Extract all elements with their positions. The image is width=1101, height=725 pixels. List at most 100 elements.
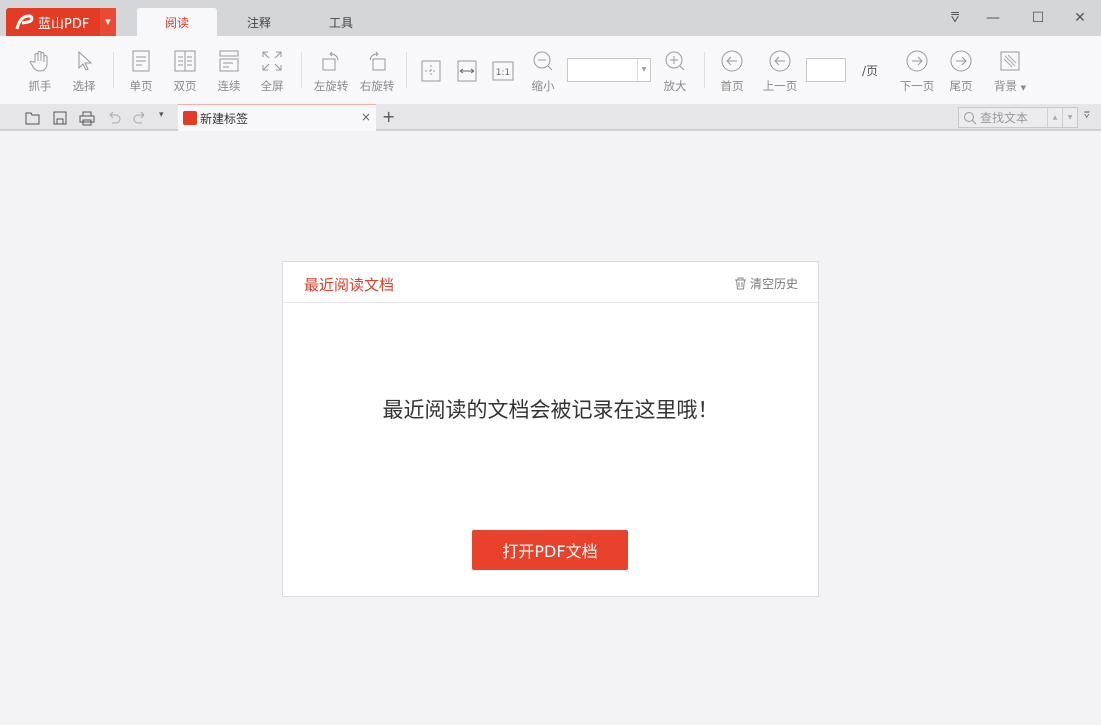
clear-history-button[interactable]: 清空历史 — [734, 275, 798, 292]
chevron-down-icon: ▼ — [1020, 84, 1027, 92]
more-menu-icon[interactable]: ⩢ — [1084, 111, 1089, 121]
close-tab-icon[interactable]: × — [361, 110, 371, 124]
page-number-input[interactable] — [806, 58, 846, 82]
select-label: 选择 — [72, 79, 96, 93]
first-page-button[interactable]: 首页 — [710, 50, 754, 94]
new-tab-button[interactable]: + — [382, 107, 395, 126]
arrow-right-circle-icon — [950, 50, 972, 72]
panel-title: 最近阅读文档 — [304, 276, 395, 294]
fullscreen-label: 全屏 — [260, 79, 284, 93]
trash-icon — [734, 277, 746, 290]
double-page-icon — [174, 50, 196, 72]
last-label: 尾页 — [949, 79, 973, 93]
zoom-in-icon — [665, 51, 685, 71]
background-label: 背景 — [993, 79, 1017, 93]
fit-width-button[interactable] — [456, 59, 478, 83]
open-folder-icon[interactable] — [25, 110, 41, 126]
zoom-out-icon — [533, 51, 553, 71]
rotate-left-label: 左旋转 — [313, 79, 349, 93]
tab-annotate[interactable]: 注释 — [219, 8, 299, 36]
last-page-button[interactable]: 尾页 — [939, 50, 983, 94]
fit-page-icon — [421, 60, 441, 82]
divider — [113, 52, 114, 88]
zoom-out-button[interactable]: 缩小 — [521, 50, 565, 94]
close-button[interactable]: ✕ — [1068, 8, 1092, 28]
double-page-button[interactable]: 双页 — [163, 50, 207, 94]
rotate-right-label: 右旋转 — [359, 79, 395, 93]
app-logo-icon — [15, 14, 34, 30]
zoom-select[interactable]: ▼ — [567, 58, 651, 82]
cursor-icon — [78, 50, 93, 71]
double-label: 双页 — [173, 79, 197, 93]
search-prev-button[interactable]: ▲ — [1047, 108, 1062, 127]
app-name: 蓝山PDF — [38, 16, 90, 32]
panel-header: 最近阅读文档 清空历史 — [283, 262, 818, 303]
single-page-icon — [132, 50, 150, 72]
select-button[interactable]: 选择 — [62, 50, 106, 94]
app-menu-button[interactable]: 蓝山PDF ▼ — [6, 8, 116, 36]
save-icon[interactable] — [52, 110, 68, 126]
grab-label: 抓手 — [28, 79, 52, 93]
print-icon[interactable] — [79, 110, 95, 126]
fullscreen-icon — [262, 51, 282, 71]
zoom-out-label: 缩小 — [531, 79, 555, 93]
toolbar: 抓手 选择 单页 双页 连续 全屏 左旋转 右旋转 1:1 缩小 ▼ 放大 首页… — [0, 36, 1101, 104]
pdf-icon — [183, 111, 197, 125]
rotate-left-button[interactable]: 左旋转 — [309, 50, 353, 94]
first-label: 首页 — [720, 79, 744, 93]
next-label: 下一页 — [899, 79, 935, 93]
page-total-label: /页 — [862, 64, 879, 78]
open-pdf-button[interactable]: 打开PDF文档 — [472, 530, 628, 570]
redo-icon[interactable] — [132, 110, 148, 126]
tab-tools[interactable]: 工具 — [301, 8, 381, 36]
divider — [301, 52, 302, 88]
grab-button[interactable]: 抓手 — [18, 50, 62, 94]
background-button[interactable]: 背景 ▼ — [985, 50, 1035, 94]
maximize-button[interactable]: ☐ — [1026, 8, 1050, 28]
rotate-right-button[interactable]: 右旋转 — [355, 50, 399, 94]
document-tab-bar: ▾ 新建标签 × + 查找文本 ▲ ▼ ⩢ — [0, 104, 1101, 131]
arrow-left-circle-icon — [721, 50, 743, 72]
undo-icon[interactable] — [106, 110, 122, 126]
empty-message: 最近阅读的文档会被记录在这里哦！ — [382, 398, 719, 422]
arrow-left-circle-icon — [769, 50, 791, 72]
rotate-left-icon — [322, 51, 339, 71]
rotate-right-icon — [369, 51, 386, 71]
app-dropdown-icon[interactable]: ▼ — [100, 8, 116, 36]
recent-documents-panel: 最近阅读文档 清空历史 最近阅读的文档会被记录在这里哦！ 打开PDF文档 — [282, 261, 819, 597]
tab-read[interactable]: 阅读 — [137, 8, 217, 36]
skin-menu-icon[interactable]: ⩢ — [943, 8, 967, 28]
prev-label: 上一页 — [762, 79, 798, 93]
actual-size-icon: 1:1 — [492, 61, 514, 81]
continuous-button[interactable]: 连续 — [207, 50, 251, 94]
document-tab-label: 新建标签 — [200, 111, 249, 126]
zoom-in-label: 放大 — [663, 79, 687, 93]
divider — [704, 52, 705, 88]
fit-width-icon — [457, 60, 477, 82]
hand-icon — [29, 51, 48, 72]
search-icon — [964, 111, 977, 124]
zoom-in-button[interactable]: 放大 — [653, 50, 697, 94]
document-tab[interactable]: 新建标签 × — [178, 104, 376, 131]
divider — [406, 52, 407, 88]
background-icon — [1000, 51, 1020, 71]
clear-history-label: 清空历史 — [749, 277, 798, 291]
single-page-button[interactable]: 单页 — [119, 50, 163, 94]
continuous-icon — [219, 50, 239, 72]
quick-access-menu-icon[interactable]: ▾ — [159, 110, 164, 120]
chevron-down-icon[interactable]: ▼ — [637, 59, 650, 81]
minimize-button[interactable]: — — [981, 8, 1005, 28]
single-label: 单页 — [129, 79, 153, 93]
search-placeholder: 查找文本 — [980, 111, 1029, 125]
search-box[interactable]: 查找文本 ▲ ▼ — [958, 107, 1078, 128]
arrow-right-circle-icon — [906, 50, 928, 72]
actual-size-button[interactable]: 1:1 — [492, 59, 514, 83]
continuous-label: 连续 — [217, 79, 241, 93]
prev-page-button[interactable]: 上一页 — [758, 50, 802, 94]
fullscreen-button[interactable]: 全屏 — [250, 50, 294, 94]
svg-text:1:1: 1:1 — [496, 68, 510, 78]
title-bar: 蓝山PDF ▼ 阅读 注释 工具 ⩢ — ☐ ✕ — [0, 0, 1101, 36]
fit-page-button[interactable] — [420, 59, 442, 83]
next-page-button[interactable]: 下一页 — [895, 50, 939, 94]
search-next-button[interactable]: ▼ — [1062, 108, 1077, 127]
